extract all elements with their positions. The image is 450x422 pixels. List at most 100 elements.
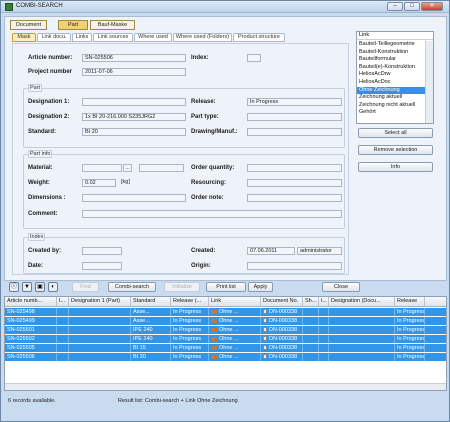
comment-field[interactable] (82, 210, 342, 218)
order-note-field[interactable] (247, 194, 342, 202)
filter-icon[interactable]: ▼ (22, 282, 32, 292)
grid-column-header[interactable]: Designation 1 (Part) (69, 297, 131, 307)
designation1-field[interactable] (82, 98, 186, 106)
initialize-button[interactable]: Initialize (164, 282, 200, 292)
tab-part[interactable]: Part (58, 20, 88, 30)
image-icon[interactable]: ◐ (48, 282, 58, 292)
status-bar: 6 records available. Result list: Combi-… (4, 395, 447, 407)
table-cell: In Progress (397, 317, 425, 325)
order-quantity-field[interactable] (247, 164, 342, 172)
grid-column-header[interactable]: Article numb... (5, 297, 57, 307)
material-label: Material: (28, 165, 53, 171)
link-icon (211, 354, 217, 359)
weight-unit: [kg] (121, 179, 130, 185)
tab-link-docu[interactable]: Link docu. (37, 33, 71, 42)
grid-column-header[interactable]: Release (... (171, 297, 209, 307)
close-button[interactable]: Close (322, 282, 360, 292)
material-extra-field[interactable] (139, 164, 184, 172)
grid-column-header[interactable]: Release (395, 297, 425, 307)
info-button[interactable]: Info (358, 162, 433, 172)
release-field[interactable]: In Progress (247, 98, 342, 106)
tab-where-used[interactable]: Where used (134, 33, 172, 42)
select-all-button[interactable]: Select all (358, 128, 433, 138)
document-icon (263, 354, 267, 360)
combi-search-button[interactable]: Combi-search (108, 282, 156, 292)
link-list-item[interactable]: Bauteilformular (357, 56, 425, 64)
link-list-item[interactable]: Bauteil-Teillegeometrie (357, 41, 425, 49)
grid-column-header[interactable]: Link (209, 297, 261, 307)
tab-link-sources[interactable]: Link sources (93, 33, 133, 42)
tab-bauf-maske[interactable]: Bauf-Maske (90, 20, 135, 30)
table-cell: Asse... (131, 308, 171, 316)
table-cell (69, 308, 131, 316)
dimensions-field[interactable] (82, 194, 186, 202)
remove-selection-button[interactable]: Remove selection (358, 145, 433, 155)
title-bar[interactable]: COMBI-SEARCH – □ ✕ (1, 1, 449, 13)
link-list[interactable]: Bauteil-Teillegeometrie Bauteil-Konstrukt… (357, 41, 425, 123)
table-row[interactable]: SN-025501 IPE 240 In Progress Ohne ... DN-00… (5, 326, 446, 334)
table-row[interactable]: SN-025506 BI 20 In Progress Ohne ... DN-0003… (5, 353, 446, 361)
table-row[interactable]: SN-025502 IPE 240 In Progress Ohne ... DN-00… (5, 335, 446, 343)
table-cell: Ohne ... (209, 344, 261, 352)
link-list-item[interactable]: Gehört (357, 109, 425, 117)
grid-column-header[interactable]: Sh... (303, 297, 319, 307)
index-field[interactable] (247, 54, 261, 62)
info-icon[interactable]: ⓘ (9, 282, 19, 292)
table-cell: SN-025501 (5, 326, 57, 334)
document-icon (263, 336, 267, 342)
origin-field[interactable] (247, 262, 342, 270)
minimize-button[interactable]: – (387, 2, 403, 11)
table-row[interactable]: SN-025499 Asse... In Progress Ohne ... DN-00… (5, 317, 446, 325)
table-row[interactable]: SN-025505 BI 15 In Progress Ohne ... DN-0003… (5, 344, 446, 352)
standard-label: Standard: (28, 129, 57, 135)
link-list-item[interactable]: Bauteil(e)-Konstruktion (357, 64, 425, 72)
part-type-field[interactable] (247, 113, 342, 121)
project-number-field[interactable]: 2011-07-06 (82, 68, 186, 76)
link-list-item[interactable]: Zeichnung aktuell (357, 94, 425, 102)
material-field[interactable] (82, 164, 122, 172)
tab-document[interactable]: Document (10, 20, 47, 30)
table-cell (57, 326, 69, 334)
resourcing-field[interactable] (247, 179, 342, 187)
link-list-item[interactable]: Ohne Zeichnung (357, 86, 425, 95)
dimensions-label: Dimensions : (28, 195, 66, 201)
weight-field[interactable]: 0.02 (82, 179, 116, 187)
link-list-item[interactable]: HeliosAcDoc (357, 79, 425, 87)
grid-column-header[interactable]: Standard (131, 297, 171, 307)
combi-search-window: COMBI-SEARCH – □ ✕ Document Part Bauf-Ma… (0, 0, 450, 422)
release-label: Release: (191, 99, 216, 105)
table-cell: SN-025502 (5, 335, 57, 343)
find-button[interactable]: Find (72, 282, 99, 292)
link-list-scrollbar[interactable] (425, 41, 433, 123)
table-row[interactable]: SN-025498 Asse... In Progress Ohne ... DN-00… (5, 308, 446, 316)
tab-product-structure[interactable]: Product structure (233, 33, 285, 42)
tab-mask[interactable]: Mask (12, 33, 36, 42)
material-lookup-button[interactable]: ... (123, 164, 132, 172)
created-user-field[interactable]: administrator (297, 247, 342, 255)
close-window-button[interactable]: ✕ (421, 2, 443, 11)
folder-icon[interactable]: ▣ (35, 282, 45, 292)
tab-links[interactable]: Links (72, 33, 92, 42)
apply-button[interactable]: Apply (248, 282, 273, 292)
created-date-field[interactable]: 07.06.2011 (247, 247, 295, 255)
grid-column-header[interactable]: I... (57, 297, 69, 307)
table-cell: Ohne ... (209, 308, 261, 316)
tab-where-used-folders[interactable]: Where used (Folders) (173, 33, 232, 42)
drawing-manuf-field[interactable] (247, 128, 342, 136)
print-list-button[interactable]: Print list (206, 282, 246, 292)
link-list-item[interactable]: Zeichnung nicht aktuell (357, 102, 425, 110)
grid-column-header[interactable]: Document No. (261, 297, 303, 307)
created-by-field[interactable] (82, 247, 122, 255)
grid-column-header[interactable]: Designation (Docu... (329, 297, 395, 307)
link-list-item[interactable]: Bauteil-Konstruktion (357, 49, 425, 57)
date-field[interactable] (82, 262, 122, 270)
project-number-label: Project number (28, 69, 73, 75)
standard-field[interactable]: BI 20 (82, 128, 186, 136)
link-list-item[interactable]: HeliosAcDrw (357, 71, 425, 79)
grid-horizontal-scrollbar[interactable] (5, 383, 446, 390)
designation2-field[interactable]: 1x BI 20-216.000 S235JRG2 (82, 113, 186, 121)
grid-column-header[interactable]: I... (319, 297, 329, 307)
article-number-field[interactable]: SN-025506 (82, 54, 186, 62)
table-cell: SN-025506 (5, 353, 57, 361)
maximize-button[interactable]: □ (404, 2, 420, 11)
